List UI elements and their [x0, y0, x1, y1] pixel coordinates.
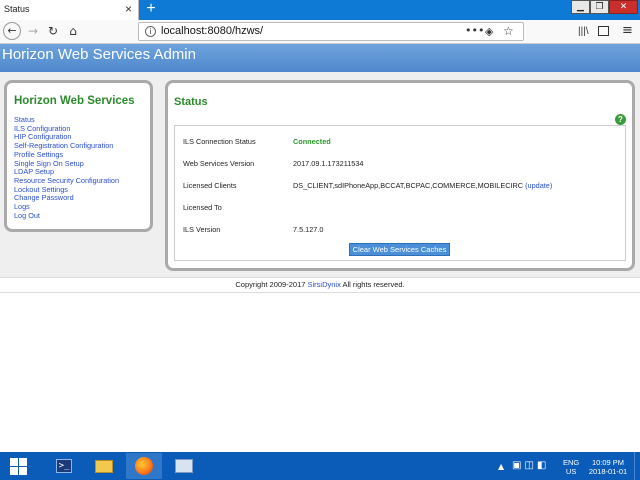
- row-value-ils-version: 7.5.127.0: [293, 225, 324, 234]
- row-label-ils-connection: ILS Connection Status: [183, 137, 256, 146]
- licensed-clients-text: DS_CLIENT,sdIPhoneApp,BCCAT,BCPAC,COMMER…: [293, 181, 524, 190]
- page-actions-icon[interactable]: •••: [465, 24, 484, 37]
- row-value-ws-version: 2017.09.1.173211534: [293, 159, 364, 168]
- firefox-icon: [135, 457, 153, 475]
- language-code: ENG: [563, 458, 580, 467]
- footer-copyright: Copyright 2009-2017: [235, 280, 308, 289]
- tray-status-icons[interactable]: ▣◫◧: [512, 460, 549, 471]
- taskbar-network-app[interactable]: [166, 453, 202, 479]
- page-title: Horizon Web Services Admin: [2, 46, 196, 63]
- taskbar-powershell[interactable]: >_: [46, 453, 82, 479]
- status-heading: Status: [174, 96, 208, 108]
- admin-nav-panel: Horizon Web Services Status ILS Configur…: [4, 80, 153, 232]
- row-label-ws-version: Web Services Version: [183, 159, 255, 168]
- page-footer: Copyright 2009-2017 SirsiDynix All right…: [0, 277, 640, 293]
- taskbar: >_ ▲ ▣◫◧ ENG US 10:09 PM 2018-01-01: [0, 452, 640, 480]
- tray-expand-icon[interactable]: ▲: [498, 462, 504, 471]
- back-icon[interactable]: ←: [3, 22, 21, 40]
- url-text[interactable]: localhost:8080/hzws/: [161, 25, 263, 37]
- tab-status[interactable]: Status ×: [0, 0, 139, 20]
- forward-icon[interactable]: →: [24, 22, 42, 40]
- row-label-licensed-to: Licensed To: [183, 203, 222, 212]
- maximize-button[interactable]: ❐: [590, 0, 609, 14]
- sidebar-icon[interactable]: [598, 26, 609, 36]
- reload-icon[interactable]: ↻: [44, 22, 62, 40]
- update-link[interactable]: (update): [525, 181, 552, 190]
- navigation-toolbar: ← → ↻ ⌂ i localhost:8080/hzws/ ••• ◈ ☆ |…: [0, 20, 640, 44]
- clock-date: 2018-01-01: [588, 467, 628, 476]
- nav-panel-title: Horizon Web Services: [14, 95, 135, 107]
- folder-icon: [95, 460, 113, 473]
- row-label-licensed-clients: Licensed Clients: [183, 181, 237, 190]
- system-clock[interactable]: 10:09 PM 2018-01-01: [588, 458, 628, 476]
- clear-caches-button[interactable]: Clear Web Services Caches: [349, 243, 450, 256]
- menu-icon[interactable]: ≡: [622, 23, 633, 38]
- language-indicator[interactable]: ENG US: [563, 458, 579, 476]
- tab-close-icon[interactable]: ×: [125, 2, 132, 16]
- pocket-icon[interactable]: ◈: [485, 25, 493, 38]
- row-label-ils-version: ILS Version: [183, 225, 221, 234]
- status-table: ILS Connection Status Connected Web Serv…: [174, 125, 626, 261]
- close-window-button[interactable]: ✕: [609, 0, 638, 14]
- row-value-connection-status: Connected: [293, 137, 331, 146]
- minimize-button[interactable]: ▁: [571, 0, 590, 14]
- footer-sirsidynix-link[interactable]: SirsiDynix: [308, 280, 341, 289]
- status-panel: Status ? ILS Connection Status Connected…: [165, 80, 635, 271]
- help-icon[interactable]: ?: [615, 114, 626, 125]
- new-tab-button[interactable]: +: [143, 0, 159, 20]
- nav-links: Status ILS Configuration HIP Configurati…: [14, 115, 119, 221]
- start-button[interactable]: [0, 453, 36, 479]
- url-bar[interactable]: i localhost:8080/hzws/ ••• ◈ ☆: [138, 22, 524, 41]
- page-header: Horizon Web Services Admin: [0, 44, 640, 72]
- clock-time: 10:09 PM: [591, 458, 625, 467]
- powershell-icon: >_: [56, 459, 72, 473]
- show-desktop-button[interactable]: [634, 452, 640, 480]
- home-icon[interactable]: ⌂: [64, 22, 82, 40]
- nav-link-log-out[interactable]: Log Out: [14, 211, 119, 221]
- tab-strip: Status × + ▁ ❐ ✕: [0, 0, 640, 20]
- footer-rights: All rights reserved.: [340, 280, 405, 289]
- row-value-licensed-clients: DS_CLIENT,sdIPhoneApp,BCCAT,BCPAC,COMMER…: [293, 181, 552, 190]
- taskbar-file-explorer[interactable]: [86, 453, 122, 479]
- region-code: US: [565, 467, 577, 476]
- windows-logo-icon: [10, 458, 27, 475]
- bookmark-star-icon[interactable]: ☆: [503, 24, 514, 38]
- library-icon[interactable]: |||\: [578, 26, 589, 37]
- site-info-icon[interactable]: i: [145, 26, 156, 37]
- tab-title: Status: [4, 4, 30, 14]
- taskbar-firefox[interactable]: [126, 453, 162, 479]
- network-app-icon: [175, 459, 193, 473]
